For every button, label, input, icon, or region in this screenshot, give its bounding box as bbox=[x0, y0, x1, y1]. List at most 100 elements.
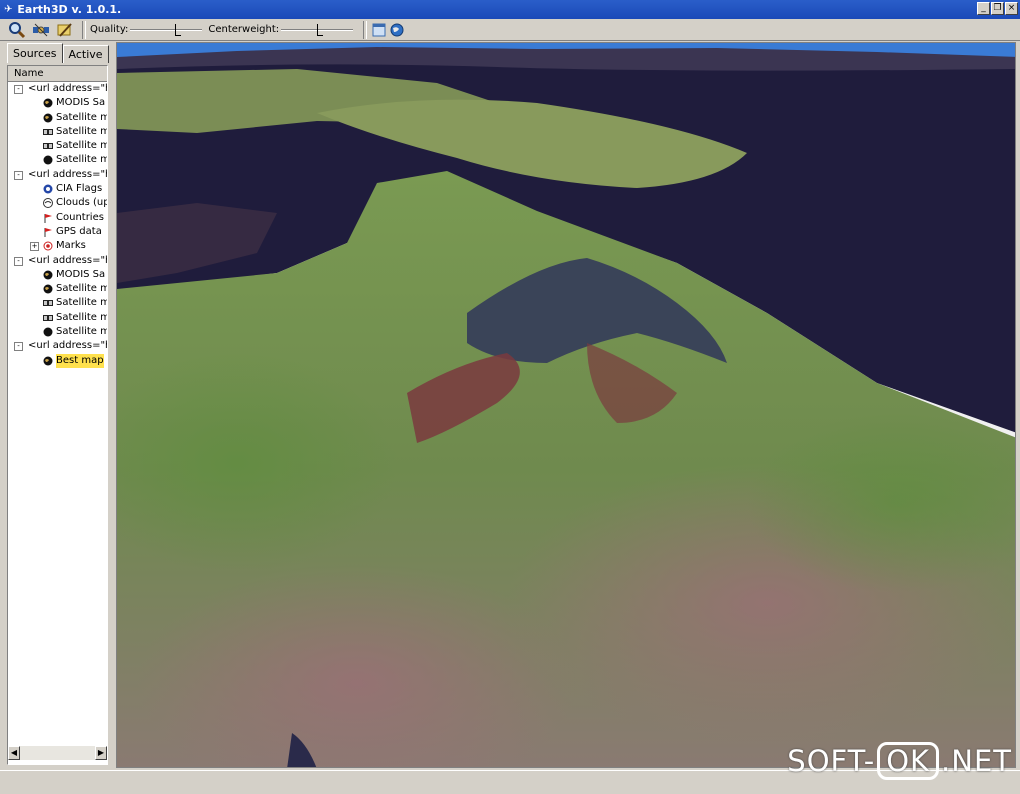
window-view-button[interactable] bbox=[371, 22, 387, 38]
tree-item-label: Satellite m bbox=[56, 140, 107, 152]
tree-item[interactable]: Satellite m bbox=[8, 153, 107, 167]
flags-globe-icon bbox=[43, 184, 53, 194]
tree-item[interactable]: Countries bbox=[8, 211, 107, 225]
tree-item[interactable]: GPS data bbox=[8, 225, 107, 239]
tree-item-label: Countries bbox=[56, 211, 104, 223]
tree-item[interactable]: Satellite m bbox=[8, 311, 107, 325]
tree-group-node[interactable]: - <url address="ht bbox=[8, 254, 107, 268]
collapse-icon[interactable]: - bbox=[14, 342, 23, 352]
window-title: Earth3D v. 1.0.1. bbox=[17, 3, 122, 16]
app-icon: ✈ bbox=[4, 4, 13, 15]
tree-item-label: Satellite m bbox=[56, 283, 107, 295]
tree-item[interactable]: Clouds (up bbox=[8, 196, 107, 210]
watermark-boxed: OK bbox=[877, 742, 940, 780]
map-strip-icon bbox=[43, 127, 53, 137]
maximize-button[interactable]: ❐ bbox=[991, 2, 1004, 15]
tree-list: - <url address="ht MODIS Sa Satellite m Sate… bbox=[8, 82, 107, 368]
sources-tree-view[interactable]: Name - <url address="ht MODIS Sa Satellite … bbox=[7, 65, 108, 765]
window-icon bbox=[372, 23, 386, 36]
tree-item[interactable]: Satellite m bbox=[8, 139, 107, 153]
tree-item[interactable]: Best map bbox=[8, 353, 107, 368]
expand-icon[interactable]: + bbox=[30, 242, 39, 252]
tree-item-label: MODIS Sa bbox=[56, 268, 106, 280]
slider-thumb[interactable] bbox=[317, 23, 324, 36]
watermark-right: .NET bbox=[941, 744, 1012, 778]
flag-red-icon bbox=[43, 227, 53, 237]
tree-item[interactable]: Satellite m bbox=[8, 282, 107, 296]
tree-item-label: CIA Flags bbox=[56, 183, 103, 195]
toolbar-separator bbox=[363, 20, 368, 39]
tree-item-label: <url address="ht bbox=[28, 340, 107, 352]
quality-slider[interactable] bbox=[130, 23, 203, 37]
tab-active[interactable]: Active bbox=[62, 45, 109, 63]
globe-icon bbox=[43, 270, 53, 280]
sources-panel: Sources Active Name - <url address="ht MOD… bbox=[0, 42, 113, 768]
tree-item-label: MODIS Sa bbox=[56, 97, 106, 109]
globe-icon bbox=[43, 284, 53, 294]
tree-item-label: Best map bbox=[56, 353, 104, 368]
tree-item[interactable]: Satellite m bbox=[8, 125, 107, 139]
column-header-name[interactable]: Name bbox=[8, 66, 107, 82]
tree-item-label: GPS data bbox=[56, 225, 102, 237]
tree-item[interactable]: CIA Flags bbox=[8, 182, 107, 196]
quality-label: Quality: bbox=[90, 24, 129, 35]
tree-item-label: Clouds (up bbox=[56, 197, 107, 209]
tree-item-label: <url address="ht bbox=[28, 168, 107, 180]
zoom-search-button[interactable] bbox=[6, 20, 28, 40]
satellite-button[interactable] bbox=[30, 20, 52, 40]
window-controls: _ ❐ × bbox=[977, 2, 1018, 15]
scroll-right-button[interactable]: ▶ bbox=[95, 746, 107, 760]
terrain-render bbox=[117, 43, 1015, 767]
slider-thumb[interactable] bbox=[174, 23, 181, 36]
tree-item-label: Satellite m bbox=[56, 297, 107, 309]
map-strip-icon bbox=[43, 298, 53, 308]
toolbar-separator bbox=[82, 20, 86, 39]
tree-item[interactable]: MODIS Sa bbox=[8, 96, 107, 110]
globe-icon bbox=[43, 113, 53, 123]
tree-item[interactable]: Satellite m bbox=[8, 296, 107, 310]
tree-item[interactable]: Satellite m bbox=[8, 325, 107, 339]
tree-group-node[interactable]: - <url address="ht bbox=[8, 82, 107, 96]
tree-item[interactable]: MODIS Sa bbox=[8, 268, 107, 282]
minimize-button[interactable]: _ bbox=[977, 2, 990, 15]
tree-item-label: <url address="ht bbox=[28, 83, 107, 94]
title-bar[interactable]: ✈ Earth3D v. 1.0.1. _ ❐ × bbox=[0, 0, 1020, 19]
mark-icon bbox=[43, 241, 53, 251]
scroll-track[interactable] bbox=[20, 746, 95, 760]
flag-red-icon bbox=[43, 213, 53, 223]
edit-button[interactable] bbox=[54, 20, 76, 40]
tree-item[interactable]: Satellite m bbox=[8, 111, 107, 125]
tree-group-node[interactable]: - <url address="ht bbox=[8, 168, 107, 182]
globe-dark-icon bbox=[43, 327, 53, 337]
tab-sources[interactable]: Sources bbox=[7, 43, 63, 63]
magnifier-icon bbox=[9, 21, 26, 38]
centerweight-slider[interactable] bbox=[281, 23, 354, 37]
collapse-icon[interactable]: - bbox=[14, 170, 23, 180]
horizontal-scrollbar[interactable]: ◀ ▶ bbox=[8, 746, 107, 760]
watermark: SOFT- OK .NET bbox=[787, 742, 1012, 780]
satellite-icon bbox=[33, 23, 49, 36]
globe-icon bbox=[43, 356, 53, 366]
tree-item-label: Satellite m bbox=[56, 154, 107, 166]
globe-icon bbox=[390, 23, 404, 36]
tree-item-label: Marks bbox=[56, 240, 86, 252]
map-strip-icon bbox=[43, 141, 53, 151]
toolbar: Quality: Centerweight: bbox=[0, 19, 1020, 41]
globe-dark-icon bbox=[43, 155, 53, 165]
map-strip-icon bbox=[43, 313, 53, 323]
tree-item-label: <url address="ht bbox=[28, 254, 107, 266]
tree-group-node[interactable]: - <url address="ht bbox=[8, 339, 107, 353]
panel-tabs: Sources Active bbox=[7, 43, 109, 63]
scroll-left-button[interactable]: ◀ bbox=[8, 746, 20, 760]
pencil-icon bbox=[57, 22, 72, 37]
centerweight-label: Centerweight: bbox=[208, 24, 280, 35]
earth-3d-viewport[interactable] bbox=[116, 42, 1016, 768]
tree-item[interactable]: + Marks bbox=[8, 239, 107, 253]
globe-view-button[interactable] bbox=[389, 22, 405, 38]
globe-icon bbox=[43, 98, 53, 108]
collapse-icon[interactable]: - bbox=[14, 256, 23, 266]
close-button[interactable]: × bbox=[1005, 2, 1018, 15]
collapse-icon[interactable]: - bbox=[14, 85, 23, 94]
slider-track bbox=[130, 28, 203, 31]
tree-item-label: Satellite m bbox=[56, 311, 107, 323]
